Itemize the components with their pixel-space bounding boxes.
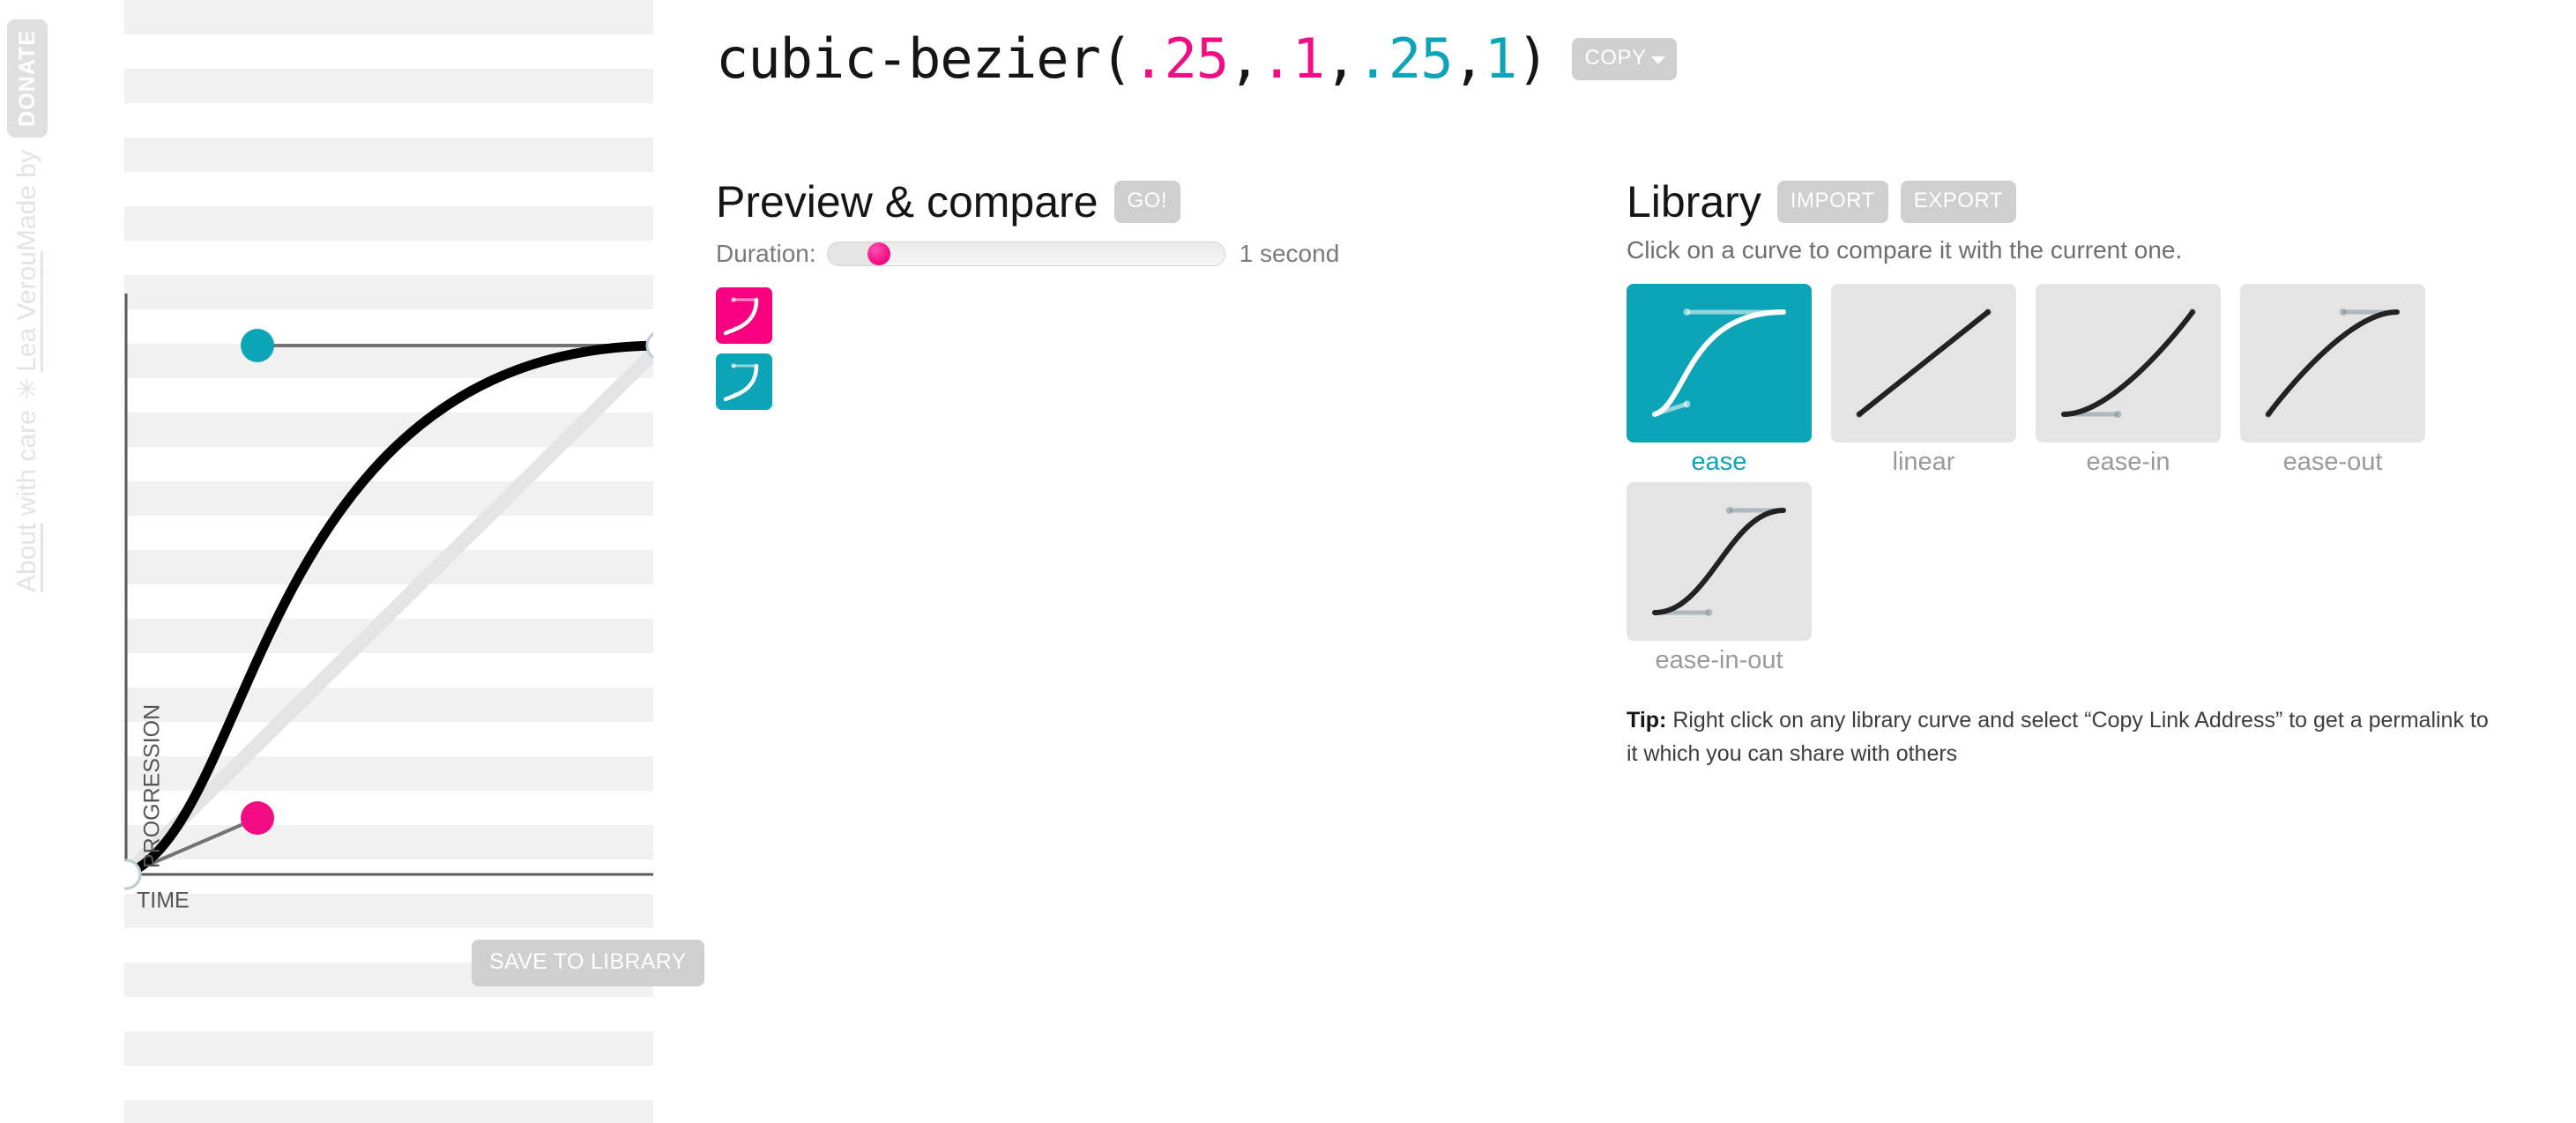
current-curve-preview[interactable]: [716, 287, 772, 344]
curve-glyph-icon: [2061, 309, 2196, 418]
library-curve-thumbnail[interactable]: [1627, 482, 1812, 641]
credits-block: About with care ✳Lea VerouMade by: [4, 150, 51, 943]
library-tip-prefix: Tip:: [1627, 708, 1667, 733]
curve-glyph-icon: [723, 297, 759, 336]
bezier-editor-canvas[interactable]: TIME PROGRESSION SAVE TO LIBRARY: [124, 0, 704, 1123]
x-axis-label: TIME: [137, 889, 190, 913]
library-item-ease-out[interactable]: ease-out: [2240, 284, 2445, 477]
credit-author[interactable]: Lea Verou: [12, 251, 41, 372]
y-axis-label: PROGRESSION: [140, 704, 165, 868]
import-button[interactable]: IMPORT: [1776, 181, 1888, 223]
library-item-label: ease-out: [2282, 448, 2383, 476]
chevron-down-icon: [1650, 56, 1665, 64]
duration-slider-thumb[interactable]: [867, 242, 890, 265]
import-label: IMPORT: [1790, 189, 1875, 212]
formula-p1x[interactable]: .25: [1132, 26, 1229, 91]
duration-slider[interactable]: [826, 242, 1225, 266]
library-item-label: ease-in: [2086, 448, 2170, 476]
library-subtitle: Click on a curve to compare it with the …: [1627, 236, 2183, 264]
credit-suffix: with care ✳: [12, 371, 41, 524]
preview-swatches: [716, 287, 1509, 410]
control-point-p1: [241, 801, 274, 835]
go-button[interactable]: GO!: [1113, 181, 1181, 223]
library-curve-thumbnail[interactable]: [1627, 284, 1812, 443]
library-curve-thumbnail[interactable]: [2240, 284, 2425, 443]
copy-button[interactable]: COPY: [1571, 37, 1677, 80]
export-button[interactable]: EXPORT: [1900, 181, 2016, 223]
start-point-handle: [124, 859, 142, 890]
formula-p2x[interactable]: .25: [1357, 26, 1454, 91]
formula-row: cubic-bezier(.25,.1,.25,1) COPY: [716, 26, 1677, 91]
compare-curve-preview[interactable]: [716, 353, 772, 410]
library-item-label: ease-in-out: [1655, 646, 1783, 674]
library-tip-text: Right click on any library curve and sel…: [1627, 708, 2489, 766]
library-item-ease-in[interactable]: ease-in: [2036, 284, 2240, 477]
go-label: GO!: [1127, 189, 1168, 212]
library-item-label: ease: [1691, 448, 1747, 476]
library-item-ease[interactable]: ease: [1627, 284, 1831, 477]
duration-row: Duration: 1 second: [716, 240, 1509, 268]
preview-header: Preview & compare GO!: [716, 176, 1509, 227]
library-item-ease-in-out[interactable]: ease-in-out: [1627, 482, 1831, 675]
library-tip: Tip: Right click on any library curve an…: [1627, 703, 2499, 770]
curve-glyph-icon: [1856, 309, 1992, 418]
donate-label: DONATE: [14, 30, 40, 127]
curve-glyph-icon: [2265, 309, 2400, 418]
left-sidebar: DONATE About with care ✳Lea VerouMade by: [0, 0, 55, 1123]
curve-glyph-icon: [1652, 309, 1786, 417]
credits-text: About with care ✳Lea VerouMade by: [4, 150, 51, 592]
preview-title: Preview & compare: [716, 177, 1098, 227]
library-header: Library IMPORT EXPORT: [1627, 176, 2517, 227]
credit-prefix: Made by: [12, 150, 41, 252]
duration-value: 1 second: [1239, 240, 1340, 267]
formula-close-paren: ): [1516, 26, 1549, 91]
duration-label: Duration:: [716, 240, 816, 267]
curve-glyph-icon: [723, 363, 759, 402]
donate-button[interactable]: DONATE: [7, 19, 48, 138]
cubic-bezier-formula: cubic-bezier(.25,.1,.25,1): [716, 26, 1550, 91]
formula-comma-2: ,: [1324, 26, 1357, 91]
library-grid: ease linear ease-in ease-out ease-in-out: [1627, 284, 2455, 680]
library-title: Library: [1627, 177, 1761, 227]
save-to-library-label: SAVE TO LIBRARY: [489, 949, 687, 974]
formula-p1y[interactable]: .1: [1261, 26, 1326, 91]
curve-glyph-icon: [1652, 507, 1786, 616]
formula-p2y[interactable]: 1: [1485, 26, 1517, 91]
about-link[interactable]: About: [12, 524, 41, 592]
export-label: EXPORT: [1913, 189, 2003, 212]
linear-reference-line: [124, 343, 653, 881]
save-to-library-button[interactable]: SAVE TO LIBRARY: [472, 940, 704, 986]
formula-function-name: cubic-bezier(: [716, 26, 1133, 91]
preview-section: Preview & compare GO! Duration: 1 second: [716, 176, 1509, 420]
library-item-label: linear: [1892, 448, 1955, 476]
copy-label: COPY: [1584, 45, 1647, 70]
library-curve-thumbnail[interactable]: [1831, 284, 2016, 443]
library-item-linear[interactable]: linear: [1831, 284, 2036, 477]
control-point-p2: [241, 329, 274, 362]
library-section: Library IMPORT EXPORT Click on a curve t…: [1627, 176, 2517, 770]
formula-comma-3: ,: [1452, 26, 1485, 91]
formula-comma-1: ,: [1228, 26, 1261, 91]
library-curve-thumbnail[interactable]: [2036, 284, 2221, 443]
